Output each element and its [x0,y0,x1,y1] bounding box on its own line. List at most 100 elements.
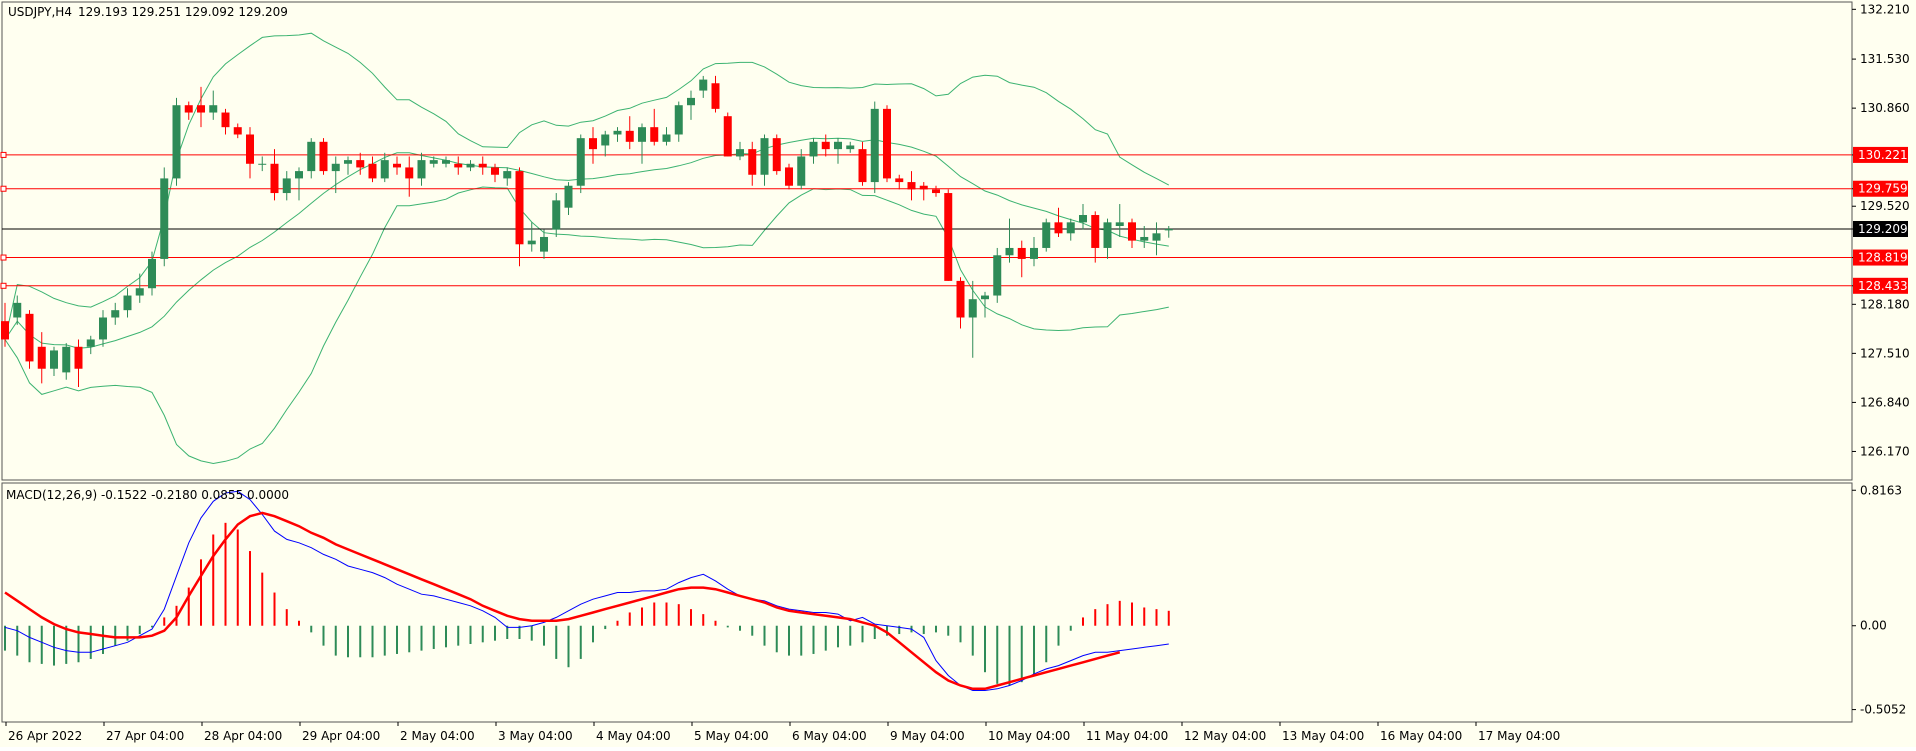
candle-body [86,339,95,347]
candle-body [564,185,573,208]
level-price-label: 129.759 [1858,182,1908,196]
price-tick-label: 130.860 [1860,101,1910,115]
candle-body [883,108,891,179]
macd-tick-label: 0.00 [1860,619,1887,633]
candle-body [148,258,156,289]
level-handle[interactable] [0,254,7,261]
candle-body [184,105,193,113]
candle-body [821,141,830,150]
time-tick-label: 11 May 04:00 [1086,729,1168,743]
candle-body [233,127,242,135]
time-tick-label: 26 Apr 2022 [8,729,82,743]
level-handle[interactable] [0,282,7,289]
candle-body [1128,222,1136,241]
time-tick-label: 27 Apr 04:00 [106,729,184,743]
candle-body [37,346,46,369]
candle-body [527,240,536,245]
time-tick-label: 17 May 04:00 [1478,729,1560,743]
time-tick-label: 29 Apr 04:00 [302,729,380,743]
candle-body [1115,222,1124,226]
candle-body [246,134,254,164]
candle-body [356,160,365,168]
candle-body [282,178,291,194]
level-price-label: 128.819 [1858,251,1908,265]
candle-body [993,255,1002,296]
price-tick-label: 131.530 [1860,52,1910,66]
level-handle[interactable] [0,151,7,158]
candle-body [99,317,107,340]
candle-body [491,167,499,175]
candle-body [687,97,695,106]
time-tick-label: 12 May 04:00 [1184,729,1266,743]
level-price-label: 128.433 [1858,279,1908,293]
price-tick-label: 126.170 [1860,444,1910,458]
macd-tick-label: 0.8163 [1860,483,1902,497]
candle-body [1042,222,1051,248]
candle-body [503,171,512,179]
level-handle[interactable] [0,185,7,192]
candle-body [442,160,450,164]
candle-body [209,105,218,113]
usdjpy-h4-chart[interactable]: 132.210 131.530 130.860 130.221 129.759 129.5… [0,0,1916,747]
candle-body [13,302,22,318]
time-tick-label: 6 May 04:00 [792,729,867,743]
candle-body [135,288,144,296]
candle-body [870,108,879,183]
candle-body [111,310,120,318]
chart-background [0,0,1916,747]
candle-body [1140,236,1149,241]
candle-body [515,171,524,245]
candle-body [1164,228,1173,231]
candle-body [785,167,793,186]
candle-body [429,160,438,164]
candle-body [74,346,83,369]
price-tick-label: 126.840 [1860,395,1910,409]
candle-body [331,163,340,172]
candle-body [540,236,548,252]
candle-body [797,156,806,186]
candle-body [638,127,646,142]
candle-body [62,346,71,373]
candle-body [711,83,720,109]
price-tick-label: 132.210 [1860,2,1910,16]
candle-body [944,193,953,281]
candle-body [834,141,842,150]
candle-body [1103,222,1112,248]
candle-body [466,163,475,168]
candle-body [1,321,9,340]
candle-body [699,79,708,91]
candle-body [589,138,597,150]
time-tick-label: 13 May 04:00 [1282,729,1364,743]
time-tick-label: 5 May 04:00 [694,729,769,743]
ohlc-readout: 129.193 129.251 129.092 129.209 [78,5,288,19]
candle-body [956,280,965,318]
candle-body [748,149,757,175]
candle-body [1005,247,1014,256]
price-tick-label: 127.510 [1860,346,1910,360]
candle-body [393,163,401,168]
price-tick-label: 128.180 [1860,297,1910,311]
time-tick-label: 4 May 04:00 [596,729,671,743]
candle-body [919,185,928,190]
candle-body [846,145,855,150]
candle-body [1030,247,1038,259]
time-tick-label: 16 May 04:00 [1380,729,1462,743]
candle-body [576,138,585,186]
candle-body [932,189,940,194]
symbol-timeframe: USDJPY,H4 [8,5,72,19]
candle-body [552,200,561,230]
candle-body [25,313,34,362]
candle-body [968,299,977,318]
candle-body [368,163,377,179]
candle-body [197,105,205,113]
current-price-label: 129.209 [1858,222,1908,236]
candle-body [380,160,389,179]
candle-body [258,163,267,165]
macd-label: MACD(12,26,9) -0.1522 -0.2180 0.0855 0.0… [6,488,289,502]
candle-body [1066,222,1075,234]
candle-body [172,105,181,179]
candle-body [895,178,904,183]
level-price-label: 130.221 [1858,148,1908,162]
time-tick-label: 10 May 04:00 [988,729,1070,743]
candle-body [662,134,671,142]
